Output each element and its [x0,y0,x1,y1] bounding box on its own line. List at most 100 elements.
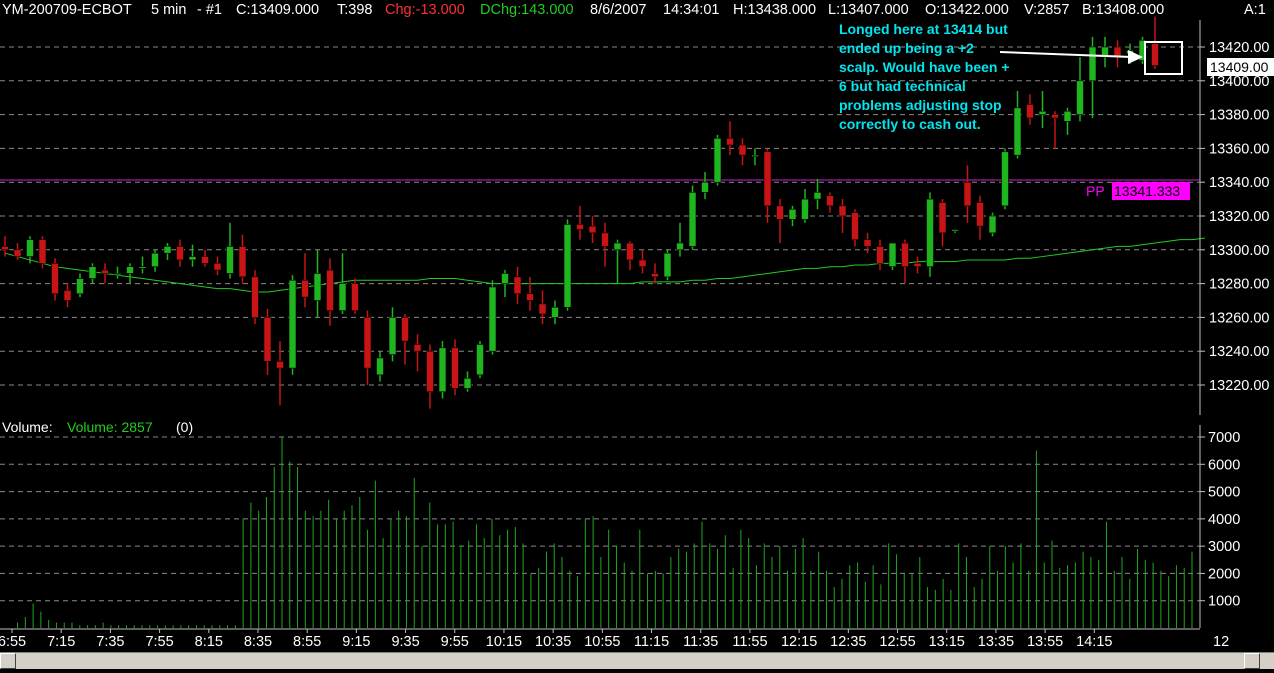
price-tick-label: 13220.00 [1209,378,1269,394]
header-interval: 5 min [151,2,186,18]
candle-body [638,259,647,268]
time-tick-label: 7:15 [47,634,75,650]
candle [926,192,934,277]
candle [713,134,722,186]
price-tick-label: 13400.00 [1209,74,1269,90]
annotation-arrow-line [999,51,1133,58]
volume-title: Volume: [2,419,53,435]
candle [126,263,134,284]
candle [938,199,947,247]
candle-body [1076,80,1084,115]
volume-tick-label: 7000 [1208,430,1240,446]
time-tick-label: 11:35 [683,634,718,650]
header-ticks: T:398 [337,2,372,18]
candle-body [726,137,734,146]
candle-body [401,317,409,342]
candle-body [601,232,609,247]
candle [151,249,159,272]
candle [476,341,484,379]
horizontal-scrollbar[interactable] [0,652,1274,669]
candle-body [701,181,709,193]
candle-body [313,273,322,301]
time-tick-label: 8:15 [195,634,223,650]
annotation-line: correctly to cash out. [839,116,981,132]
time-tick-label: 9:15 [342,634,370,650]
volume-tick-label: 3000 [1208,539,1240,555]
price-tick-label: 13380.00 [1209,108,1269,124]
candle-body [776,205,784,220]
candle-body [413,344,422,352]
scroll-right-button[interactable] [1244,653,1260,669]
candle [876,239,884,271]
candle-body [963,181,972,207]
candle-body [588,225,597,234]
candle-body [201,256,209,264]
candle-body [1,246,9,251]
time-axis[interactable]: 6:55 7:15 7:35 7:55 8:15 8:35 8:55 9:15 9:35 9:55… [0,628,1229,650]
candle-body [276,361,284,369]
candle [426,344,434,409]
candle [538,290,547,325]
price-tick-label: 13340.00 [1209,175,1269,191]
price-axis[interactable]: 13220.00 13240.00 13260.00 13280.00 13300.00… [1199,20,1269,415]
candle [788,205,797,227]
candle [388,307,397,362]
candle [376,351,384,382]
candle-body [676,242,684,251]
price-tick-label: 13300.00 [1209,243,1269,259]
candle-body [576,224,584,230]
volume-tick-label: 5000 [1208,485,1240,501]
volume-extra: (0) [176,419,193,435]
header-line: YM-200709-ECBOT 5 min - #1 C:13409.000 T… [0,2,1274,18]
volume-grid [0,436,1200,602]
candle-body [651,273,659,278]
time-tick-label: 11:15 [634,634,669,650]
header-change: Chg:-13.000 [385,2,465,18]
candle-body [1001,151,1009,207]
candle-body [813,192,822,200]
candle [676,222,684,257]
volume-series-label: Volume: 2857 [67,419,153,435]
candle [776,199,784,244]
header-volume: V:2857 [1024,2,1069,18]
candle-body [488,286,497,352]
candle [726,121,734,156]
candle [638,249,647,274]
candle [288,275,297,375]
time-tick-label: 9:35 [391,634,419,650]
candle-body [288,279,297,369]
last-price-label: 13409.00 [1210,59,1269,75]
candle [438,341,447,399]
candle-body [363,317,372,369]
candle [1038,90,1047,129]
candle [851,209,859,247]
candle [213,256,222,276]
candle [688,185,697,250]
candle-body [1088,46,1097,82]
header-close: C:13409.000 [236,2,319,18]
candle-body [26,239,34,257]
candle [276,341,284,406]
candle [163,243,172,260]
candle [226,222,234,279]
candle [1088,36,1097,118]
time-tick-label: 7:35 [96,634,124,650]
scroll-left-button[interactable] [0,653,16,669]
candle [88,263,97,284]
candle-body [63,290,72,301]
candle-body [238,246,247,278]
header-symbol: YM-200709-ECBOT [2,2,132,18]
candle [1051,111,1059,149]
volume-tick-label: 6000 [1208,457,1240,473]
candle-body [863,239,872,247]
candle-body [838,205,847,217]
candle [401,314,409,365]
chart-canvas[interactable]: 13220.00 13240.00 13260.00 13280.00 13300.00… [0,0,1274,668]
candle-body [13,249,22,257]
candle [613,239,622,284]
candle [1001,148,1009,210]
candle [263,308,272,375]
header-dchange: DChg:143.000 [480,2,574,18]
header-high: H:13438.000 [733,2,816,18]
candle-body [226,246,234,274]
